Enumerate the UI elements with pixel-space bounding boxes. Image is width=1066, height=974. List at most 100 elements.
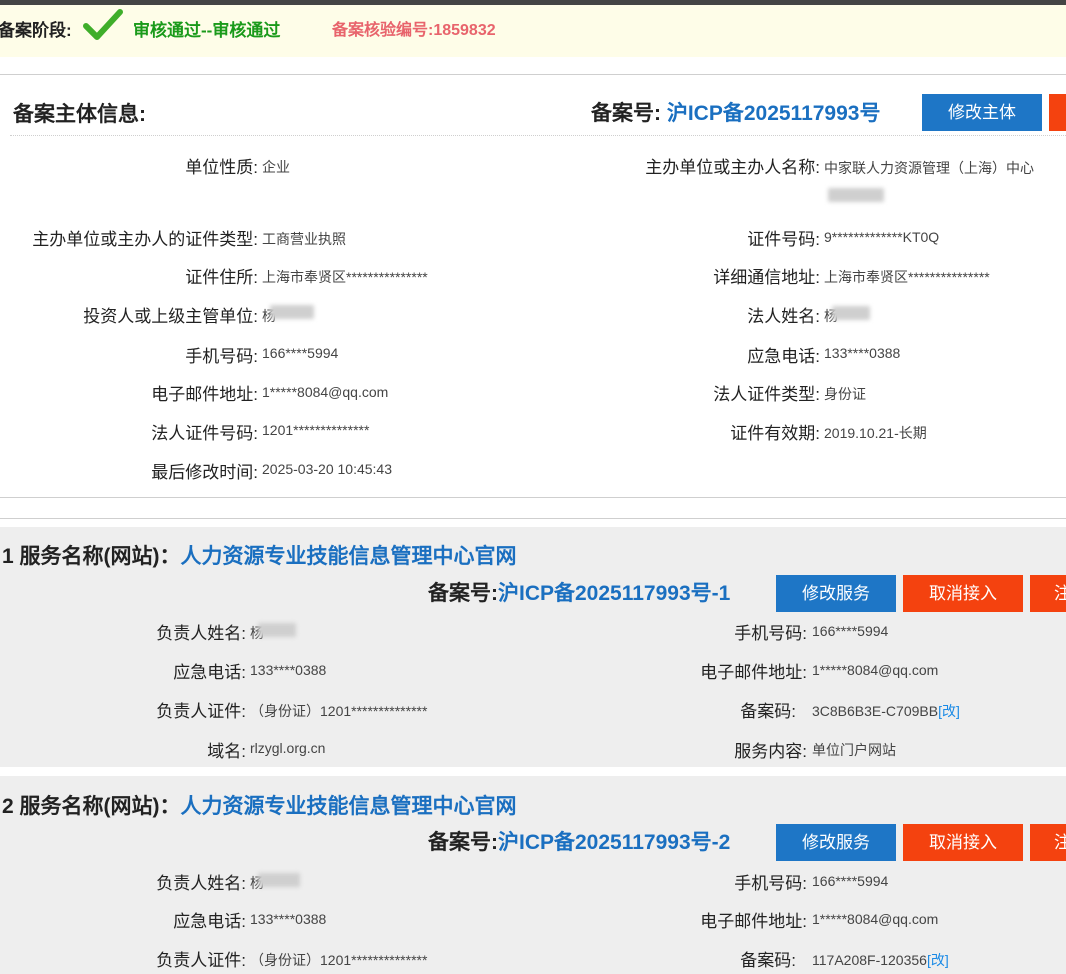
service-name: 人力资源专业技能信息管理中心官网 bbox=[180, 795, 517, 818]
field-label-legal-cert-no: 法人证件号码: bbox=[151, 424, 258, 443]
field-value-email: 1*****8084@qq.com bbox=[812, 662, 939, 678]
service-title: 1 服务名称(网站)：人力资源专业技能信息管理中心官网 bbox=[2, 540, 517, 570]
field-label-contact-name: 负责人姓名: bbox=[156, 874, 246, 893]
field-value-emergency: 133****0388 bbox=[250, 662, 327, 678]
field-value-cert-address: 上海市奉贤区*************** bbox=[262, 269, 428, 285]
subject-beian: 备案号: 沪ICP备2025117993号 bbox=[591, 97, 880, 127]
service-panel-2: 2 服务名称(网站)：人力资源专业技能信息管理中心官网 备案号:沪ICP备202… bbox=[0, 776, 1066, 974]
service-index: 1 bbox=[2, 545, 14, 568]
field-label-mobile: 手机号码: bbox=[185, 347, 258, 366]
service-beian: 备案号:沪ICP备2025117993号-2 bbox=[428, 826, 730, 856]
service-beian-label: 备案号: bbox=[428, 582, 498, 605]
field-label-contact-cert: 负责人证件: bbox=[156, 951, 246, 970]
divider bbox=[0, 74, 1066, 75]
service-beian: 备案号:沪ICP备2025117993号-1 bbox=[428, 577, 730, 607]
field-value-sponsor-name: 中家联人力资源管理（上海）中心 bbox=[824, 160, 1034, 176]
field-label-email: 电子邮件地址: bbox=[700, 912, 807, 931]
stage-label: 备案阶段: bbox=[0, 21, 72, 40]
field-value-mobile: 166****5994 bbox=[812, 873, 889, 889]
field-value-mobile: 166****5994 bbox=[812, 623, 889, 639]
field-value-mobile: 166****5994 bbox=[262, 345, 339, 361]
service-beian-number: 沪ICP备2025117993号-1 bbox=[498, 582, 731, 605]
field-label-emergency: 应急电话: bbox=[173, 663, 246, 682]
verify-code: 备案核验编号:1859832 bbox=[332, 22, 496, 39]
field-label-unit-type: 单位性质: bbox=[185, 158, 258, 177]
stage-banner: 备案阶段: 审核通过--审核通过 备案核验编号:1859832 bbox=[0, 5, 1066, 57]
field-label-email: 电子邮件地址: bbox=[151, 385, 258, 404]
beian-code-text: 117A208F-120356 bbox=[812, 952, 927, 968]
checkmark-icon bbox=[83, 9, 123, 40]
blurred-redaction bbox=[828, 188, 884, 202]
field-value-unit-type: 企业 bbox=[262, 159, 290, 175]
edit-service-button[interactable]: 修改服务 bbox=[776, 824, 896, 861]
field-label-last-modified: 最后修改时间: bbox=[151, 463, 258, 482]
field-label-beian-code: 备案码: bbox=[740, 951, 796, 970]
field-value-service-content: 单位门户网站 bbox=[812, 742, 896, 758]
subject-beian-label: 备案号: bbox=[591, 102, 667, 125]
divider bbox=[0, 497, 1066, 498]
field-value-email: 1*****8084@qq.com bbox=[262, 384, 389, 400]
service-beian-label: 备案号: bbox=[428, 831, 498, 854]
field-label-emergency: 应急电话: bbox=[747, 347, 820, 366]
field-value-mail-address: 上海市奉贤区*************** bbox=[824, 269, 990, 285]
field-label-service-content: 服务内容: bbox=[734, 742, 807, 761]
field-label-sponsor-name: 主办单位或主办人名称: bbox=[645, 158, 820, 177]
stage-status: 审核通过--审核通过 bbox=[133, 21, 281, 40]
service-extra-button[interactable]: 注 bbox=[1030, 575, 1066, 612]
field-label-beian-code: 备案码: bbox=[740, 702, 796, 721]
field-label-mobile: 手机号码: bbox=[734, 624, 807, 643]
field-label-cert-validity: 证件有效期: bbox=[730, 424, 820, 443]
field-value-cert-type: 工商营业执照 bbox=[262, 231, 346, 247]
field-label-mobile: 手机号码: bbox=[734, 874, 807, 893]
dotted-divider bbox=[10, 135, 1066, 136]
edit-beian-code-link[interactable]: [改] bbox=[938, 703, 960, 719]
field-value-last-modified: 2025-03-20 10:45:43 bbox=[262, 461, 392, 477]
field-label-contact-cert: 负责人证件: bbox=[156, 702, 246, 721]
field-value-domain: rlzygl.org.cn bbox=[250, 740, 326, 756]
subject-beian-number: 沪ICP备2025117993号 bbox=[666, 102, 881, 125]
field-label-contact-name: 负责人姓名: bbox=[156, 624, 246, 643]
edit-subject-button[interactable]: 修改主体 bbox=[922, 94, 1042, 131]
field-label-legal-cert-type: 法人证件类型: bbox=[713, 385, 820, 404]
field-value-contact-cert: （身份证）1201************** bbox=[250, 952, 428, 968]
blurred-redaction bbox=[258, 623, 296, 637]
service-name: 人力资源专业技能信息管理中心官网 bbox=[180, 545, 517, 568]
field-value-emergency: 133****0388 bbox=[250, 911, 327, 927]
blurred-redaction bbox=[258, 873, 300, 887]
field-label-cert-type: 主办单位或主办人的证件类型: bbox=[32, 230, 258, 249]
field-value-contact-cert: （身份证）1201************** bbox=[250, 703, 428, 719]
field-label-cert-number: 证件号码: bbox=[747, 230, 820, 249]
service-panel-1: 1 服务名称(网站)：人力资源专业技能信息管理中心官网 备案号:沪ICP备202… bbox=[0, 527, 1066, 767]
field-label-cert-address: 证件住所: bbox=[185, 268, 258, 287]
field-value-legal-cert-type: 身份证 bbox=[824, 386, 866, 402]
subject-title: 备案主体信息: bbox=[13, 103, 146, 126]
edit-service-button[interactable]: 修改服务 bbox=[776, 575, 896, 612]
field-value-cert-number: 9*************KT0Q bbox=[824, 229, 940, 245]
beian-code-text: 3C8B6B3E-C709BB bbox=[812, 703, 939, 719]
service-title-label: 服务名称(网站)： bbox=[19, 795, 181, 818]
service-extra-button[interactable]: 注 bbox=[1030, 824, 1066, 861]
field-value-email: 1*****8084@qq.com bbox=[812, 911, 939, 927]
divider bbox=[0, 518, 1066, 519]
field-value-cert-validity: 2019.10.21-长期 bbox=[824, 425, 927, 441]
field-value-beian-code: 117A208F-120356[改] bbox=[812, 950, 949, 970]
field-label-email: 电子邮件地址: bbox=[700, 663, 807, 682]
blurred-redaction bbox=[270, 305, 314, 319]
cancel-access-button[interactable]: 取消接入 bbox=[903, 575, 1023, 612]
field-value-emergency: 133****0388 bbox=[824, 345, 901, 361]
field-label-mail-address: 详细通信地址: bbox=[713, 268, 820, 287]
edit-beian-code-link[interactable]: [改] bbox=[927, 952, 949, 968]
service-beian-number: 沪ICP备2025117993号-2 bbox=[498, 831, 731, 854]
field-label-investor: 投资人或上级主管单位: bbox=[83, 307, 258, 326]
field-label-emergency: 应急电话: bbox=[173, 912, 246, 931]
service-title: 2 服务名称(网站)：人力资源专业技能信息管理中心官网 bbox=[2, 790, 517, 820]
field-label-legal-name: 法人姓名: bbox=[747, 307, 820, 326]
field-value-legal-cert-no: 1201************** bbox=[262, 422, 370, 438]
cancel-access-button[interactable]: 取消接入 bbox=[903, 824, 1023, 861]
blurred-redaction bbox=[832, 306, 870, 320]
subject-extra-button[interactable] bbox=[1049, 94, 1066, 131]
field-label-domain: 域名: bbox=[207, 742, 246, 761]
field-value-beian-code: 3C8B6B3E-C709BB[改] bbox=[812, 701, 960, 721]
service-title-label: 服务名称(网站)： bbox=[19, 545, 181, 568]
service-index: 2 bbox=[2, 795, 14, 818]
